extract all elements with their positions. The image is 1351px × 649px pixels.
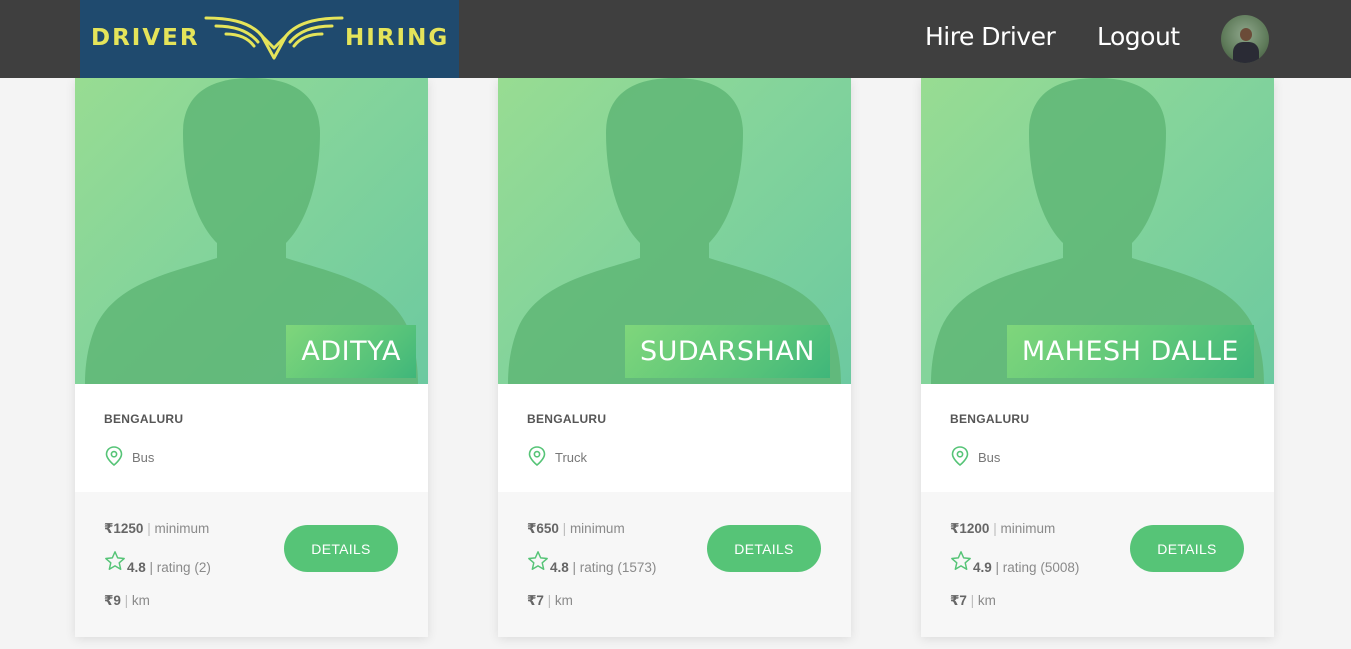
minimum-price: ₹650 (527, 521, 559, 536)
driver-name: ADITYA (286, 325, 416, 378)
logo-text-driver: DRIVER (91, 25, 200, 51)
top-navbar: DRIVER HIRING Hire Driver Logout (0, 0, 1351, 78)
per-km-price: ₹7 (950, 593, 967, 608)
driver-city: BENGALURU (527, 412, 607, 426)
driver-vehicle-type: Truck (555, 450, 588, 465)
rating-value: 4.9 (973, 560, 992, 575)
driver-pricing: ₹650 | minimum 4.8 | rating (1573) ₹7 | … (498, 492, 851, 637)
details-button[interactable]: DETAILS (707, 525, 821, 572)
driver-card: SUDARSHAN BENGALURU Truck ₹650 | minimum… (498, 78, 851, 637)
driver-photo-placeholder: MAHESH DALLE (921, 78, 1274, 384)
driver-name: SUDARSHAN (624, 325, 830, 378)
nav-logout-link[interactable]: Logout (1097, 22, 1180, 51)
minimum-price-row: ₹650 | minimum (527, 521, 625, 536)
details-button[interactable]: DETAILS (1130, 525, 1244, 572)
per-km-price: ₹9 (104, 593, 121, 608)
wings-logo-icon (204, 16, 344, 60)
driver-vehicle-type: Bus (978, 450, 1001, 465)
per-km-price: ₹7 (527, 593, 544, 608)
rating-row: 4.8 | rating (1573) (550, 560, 657, 575)
brand-logo[interactable]: DRIVER HIRING (80, 0, 459, 78)
driver-photo-placeholder: ADITYA (75, 78, 428, 384)
avatar-head (1240, 28, 1252, 41)
star-icon (105, 551, 125, 570)
per-km-row: ₹7 | km (527, 593, 573, 608)
avatar-torso (1233, 42, 1259, 63)
driver-city: BENGALURU (104, 412, 184, 426)
location-pin-icon (105, 446, 123, 466)
rating-row: 4.9 | rating (5008) (973, 560, 1080, 575)
driver-card: MAHESH DALLE BENGALURU Bus ₹1200 | minim… (921, 78, 1274, 637)
minimum-price-row: ₹1200 | minimum (950, 521, 1056, 536)
nav-hire-driver-link[interactable]: Hire Driver (925, 22, 1056, 51)
driver-card: ADITYA BENGALURU Bus ₹1250 | minimum 4.8… (75, 78, 428, 637)
location-pin-icon (528, 446, 546, 466)
driver-city: BENGALURU (950, 412, 1030, 426)
driver-info: BENGALURU Bus (921, 384, 1274, 492)
driver-name: MAHESH DALLE (1006, 325, 1254, 378)
star-icon (528, 551, 548, 570)
details-button[interactable]: DETAILS (284, 525, 398, 572)
driver-info: BENGALURU Bus (75, 384, 428, 492)
per-km-row: ₹9 | km (104, 593, 150, 608)
driver-pricing: ₹1250 | minimum 4.8 | rating (2) ₹9 | km… (75, 492, 428, 637)
location-pin-icon (951, 446, 969, 466)
driver-vehicle-type: Bus (132, 450, 155, 465)
driver-pricing: ₹1200 | minimum 4.9 | rating (5008) ₹7 |… (921, 492, 1274, 637)
logo-text-hiring: HIRING (345, 25, 450, 51)
rating-value: 4.8 (127, 560, 146, 575)
minimum-price: ₹1200 (950, 521, 990, 536)
driver-photo-placeholder: SUDARSHAN (498, 78, 851, 384)
user-avatar[interactable] (1221, 15, 1269, 63)
per-km-row: ₹7 | km (950, 593, 996, 608)
star-icon (951, 551, 971, 570)
driver-info: BENGALURU Truck (498, 384, 851, 492)
rating-value: 4.8 (550, 560, 569, 575)
minimum-price: ₹1250 (104, 521, 144, 536)
minimum-price-row: ₹1250 | minimum (104, 521, 210, 536)
rating-row: 4.8 | rating (2) (127, 560, 211, 575)
